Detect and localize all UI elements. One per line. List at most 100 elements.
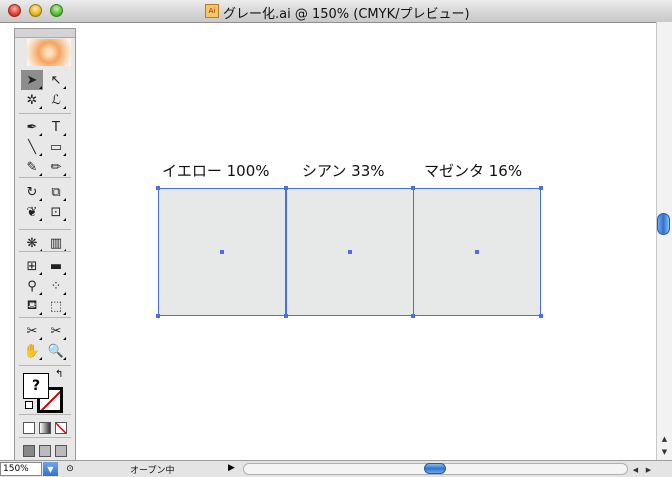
full-screen-menu-mode-button[interactable] <box>39 445 51 457</box>
rectangle-tool-icon[interactable]: ▭ <box>45 137 67 157</box>
pencil-tool-icon[interactable]: ✏ <box>45 157 67 177</box>
center-point[interactable] <box>475 250 479 254</box>
tool-flyout-indicator <box>63 86 66 89</box>
vertical-scrollbar[interactable] <box>656 22 672 460</box>
tool-flyout-indicator <box>63 272 66 275</box>
direct-selection-tool-icon[interactable]: ↖ <box>45 70 67 90</box>
zoom-button[interactable] <box>50 4 63 17</box>
swap-fill-stroke-icon[interactable]: ↰ <box>55 369 63 380</box>
anchor-point[interactable] <box>284 314 288 318</box>
tool-divider <box>19 414 71 415</box>
minimize-button[interactable] <box>29 4 42 17</box>
close-button[interactable] <box>8 4 21 17</box>
gradient-tool-icon[interactable]: ▬ <box>45 256 67 276</box>
magic-wand-tool-icon[interactable]: ✲ <box>21 90 43 110</box>
type-tool-icon[interactable]: T <box>45 117 67 137</box>
scissors-tool-icon[interactable]: ✂ <box>45 321 67 341</box>
live-paint-bucket-tool-icon[interactable]: ⛾ <box>21 296 43 316</box>
status-bar: 150% ▼ ⊙ オープン中 ▶ ◀ ▶ <box>0 460 672 477</box>
anchor-point[interactable] <box>411 186 415 190</box>
zoom-level-field[interactable]: 150% <box>0 462 42 476</box>
label-cyan: シアン 33% <box>302 162 385 180</box>
eyedropper-tool-icon[interactable]: ⚲ <box>21 276 43 296</box>
tools-panel-header[interactable] <box>15 29 75 38</box>
tool-flyout-indicator <box>63 106 66 109</box>
live-paint-selection-tool-icon[interactable]: ⬚ <box>45 296 67 316</box>
title-bar: Ai グレー化.ai @ 150% (CMYK/プレビュー) <box>0 0 672 23</box>
anchor-point[interactable] <box>156 314 160 318</box>
tool-flyout-indicator <box>39 133 42 136</box>
hand-tool-icon[interactable]: ✋ <box>21 341 43 361</box>
line-tool-icon[interactable]: ╲ <box>21 137 43 157</box>
tool-flyout-indicator <box>63 312 66 315</box>
tool-flyout-indicator <box>39 272 42 275</box>
vertical-scroll-thumb[interactable] <box>657 213 670 235</box>
anchor-point[interactable] <box>156 186 160 190</box>
blend-tool-icon[interactable]: ⁘ <box>45 276 67 296</box>
color-mode-button[interactable] <box>23 422 35 434</box>
tool-flyout-indicator <box>39 357 42 360</box>
gradient-mode-button[interactable] <box>39 422 51 434</box>
tool-flyout-indicator <box>39 153 42 156</box>
paintbrush-tool-icon[interactable]: ✎ <box>21 157 43 177</box>
anchor-point[interactable] <box>539 186 543 190</box>
lasso-tool-icon[interactable]: ℒ <box>45 90 67 110</box>
tool-flyout-indicator <box>39 312 42 315</box>
mesh-tool-icon[interactable]: ⊞ <box>21 256 43 276</box>
slice-tool-icon[interactable]: ✂ <box>21 321 43 341</box>
tool-divider <box>19 113 71 114</box>
full-screen-mode-button[interactable] <box>55 445 67 457</box>
tool-divider <box>19 229 71 230</box>
tool-flyout-indicator <box>39 218 42 221</box>
column-graph-tool-icon[interactable]: ▥ <box>45 233 67 253</box>
scale-tool-icon[interactable]: ⧉ <box>45 182 67 202</box>
tool-divider <box>19 177 71 178</box>
rotate-tool-icon[interactable]: ↻ <box>21 182 43 202</box>
warp-tool-icon[interactable]: ❦ <box>21 202 43 222</box>
zoom-dropdown-icon[interactable]: ▼ <box>43 462 58 476</box>
free-transform-tool-icon[interactable]: ⊡ <box>45 202 67 222</box>
tool-flyout-indicator <box>39 106 42 109</box>
tool-flyout-indicator <box>63 218 66 221</box>
status-menu-arrow-icon[interactable]: ▶ <box>228 463 235 473</box>
scroll-right-icon[interactable]: ▶ <box>641 463 656 476</box>
tool-flyout-indicator <box>63 198 66 201</box>
none-mode-button[interactable] <box>55 422 67 434</box>
document-icon: Ai <box>205 4 219 18</box>
scroll-down-icon[interactable]: ▼ <box>657 445 672 458</box>
window-title: グレー化.ai @ 150% (CMYK/プレビュー) <box>223 7 470 22</box>
selection-tool-icon[interactable]: ➤ <box>21 70 43 90</box>
tool-divider <box>19 437 71 438</box>
anchor-point[interactable] <box>284 186 288 190</box>
tool-flyout-indicator <box>39 173 42 176</box>
normal-screen-mode-button[interactable] <box>23 445 35 457</box>
label-magenta: マゼンタ 16% <box>424 162 523 180</box>
center-point[interactable] <box>220 250 224 254</box>
pen-tool-icon[interactable]: ✒ <box>21 117 43 137</box>
anchor-point[interactable] <box>539 314 543 318</box>
center-point[interactable] <box>348 250 352 254</box>
tool-flyout-indicator <box>63 337 66 340</box>
tool-flyout-indicator <box>63 357 66 360</box>
symbol-sprayer-tool-icon[interactable]: ❋ <box>21 233 43 253</box>
fill-swatch[interactable]: ? <box>23 373 49 399</box>
version-cue-icon[interactable]: ⊙ <box>64 463 76 475</box>
tool-flyout-indicator <box>39 337 42 340</box>
tool-flyout-indicator <box>39 86 42 89</box>
zoom-tool-icon[interactable]: 🔍 <box>45 341 67 361</box>
status-text: オープン中 <box>130 466 175 476</box>
tool-flyout-indicator <box>63 153 66 156</box>
tools-panel: ➤ ↖ ✲ ℒ ✒ T ╲ ▭ ✎ ✏ ↻ ⧉ ❦ ⊡ ❋ ▥ ⊞ ▬ ⚲ ⁘ ⛾ ⬚ ✂ ✂ ✋ 🔍 ? ↰ <box>14 28 76 466</box>
tool-divider <box>19 365 71 366</box>
tool-divider <box>19 317 71 318</box>
default-fill-stroke-icon[interactable] <box>25 401 33 409</box>
scroll-up-icon[interactable]: ▲ <box>657 432 672 445</box>
label-yellow: イエロー 100% <box>162 162 270 180</box>
tool-flyout-indicator <box>63 292 66 295</box>
tool-flyout-indicator <box>63 173 66 176</box>
horizontal-scroll-thumb[interactable] <box>424 463 446 474</box>
tool-flyout-indicator <box>63 133 66 136</box>
tool-flyout-indicator <box>39 198 42 201</box>
anchor-point[interactable] <box>411 314 415 318</box>
illustrator-logo <box>27 39 71 66</box>
